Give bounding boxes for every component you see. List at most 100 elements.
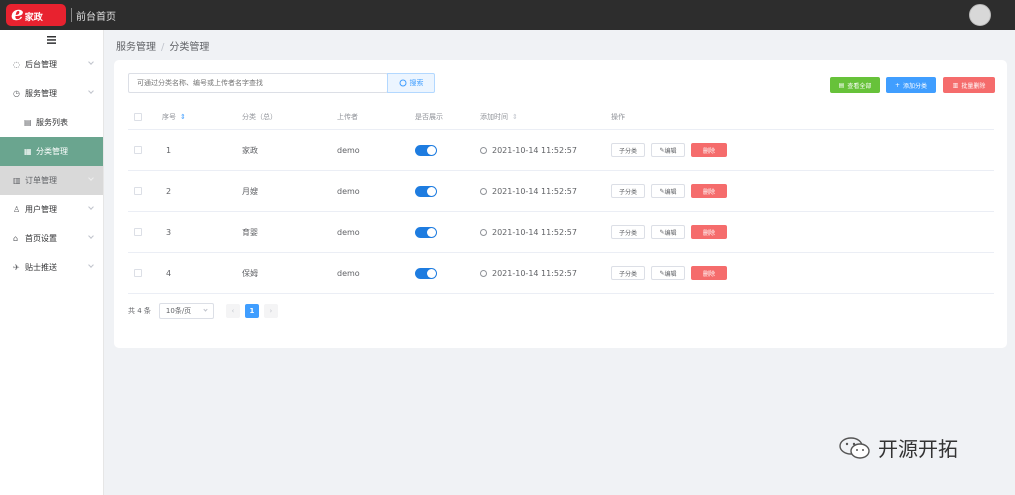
home-icon: ◌ [13,60,20,69]
row-id: 3 [166,227,172,237]
clock-icon [480,146,487,154]
watermark-text: 开源开拓 [878,437,958,461]
child-category-button[interactable]: 子分类 [611,184,645,198]
header-name: 分类（总） [242,112,277,121]
sidebar-item-label: 首页设置 [25,234,57,243]
sidebar-item-homepage[interactable]: ⌂ 首页设置 [0,224,103,253]
edit-button[interactable]: ✎ 编辑 [651,266,685,280]
clock-icon [480,187,487,195]
header-uploader: 上传者 [337,112,358,121]
visible-toggle[interactable] [415,267,437,279]
pagination: 共 4 条 10条/页 ‹ 1 › [128,303,278,319]
sidebar-item-label: 服务列表 [36,118,68,127]
logo-letter: e [11,1,24,25]
edit-label: 编辑 [664,270,677,278]
row-checkbox[interactable] [134,269,142,277]
edit-button[interactable]: ✎ 编辑 [651,225,685,239]
topbar-divider [71,8,72,22]
visible-toggle[interactable] [415,144,437,156]
header-id[interactable]: 序号 [162,112,176,122]
list-icon: ▤ [838,81,845,89]
header-time[interactable]: 添加时间 [480,112,508,122]
grid-icon: ▦ [24,147,32,156]
child-category-button[interactable]: 子分类 [611,225,645,239]
page-number-current[interactable]: 1 [244,304,259,318]
search-icon [399,79,406,87]
row-checkbox[interactable] [134,228,142,236]
sidebar-item-orders[interactable]: ▥ 订单管理 [0,166,103,195]
chevron-down-icon [88,233,94,239]
page-size-select[interactable]: 10条/页 [158,303,214,319]
add-category-button[interactable]: + 添加分类 [886,77,936,93]
sidebar-item-service-list[interactable]: ▤ 服务列表 [0,108,103,137]
sidebar-item-label: 后台管理 [25,60,57,69]
visible-toggle[interactable] [415,226,437,238]
chevron-down-icon [88,59,94,65]
main-card: 搜索 ▤查看全部 +添加分类 ▥批量删除 序号 ⇕ 分类（总） 上传者 是否展示 … [114,60,1007,348]
row-uploader: demo [337,268,360,278]
pagination-total: 共 4 条 [128,307,151,315]
row-uploader: demo [337,145,360,155]
edit-button[interactable]: ✎ 编辑 [651,184,685,198]
row-id: 2 [166,186,172,196]
sort-icon[interactable]: ⇕ [180,113,186,121]
chevron-down-icon [88,175,94,181]
row-name: 月嫂 [242,186,258,196]
sidebar-item-tips[interactable]: ✈ 贴士推送 [0,253,103,282]
breadcrumb-parent[interactable]: 服务管理 [116,42,156,53]
view-all-button[interactable]: ▤ 查看全部 [830,77,880,93]
delete-button[interactable]: 删除 [691,266,727,280]
delete-button[interactable]: 删除 [691,184,727,198]
row-time: 2021-10-14 11:52:57 [492,145,577,155]
batch-delete-button[interactable]: ▥ 批量删除 [943,77,995,93]
document-icon: ▤ [24,118,32,127]
hamburger-icon [47,36,56,44]
trash-icon: ▥ [952,81,959,89]
child-category-button[interactable]: 子分类 [611,266,645,280]
watermark: 开源开拓 [838,433,958,462]
visible-toggle[interactable] [415,185,437,197]
delete-button[interactable]: 删除 [691,225,727,239]
search-input[interactable] [128,73,388,93]
sort-icon[interactable]: ⇕ [512,113,518,121]
edit-button[interactable]: ✎ 编辑 [651,143,685,157]
sidebar-item-label: 贴士推送 [25,263,57,272]
chevron-down-icon [88,88,94,94]
search-button[interactable]: 搜索 [387,73,435,93]
table-row: 3 育婴 demo 2021-10-14 11:52:57 子分类 ✎ 编辑 删除 [128,212,994,253]
sidebar-item-service[interactable]: ◷ 服务管理 [0,79,103,108]
sidebar-item-label: 订单管理 [25,176,57,185]
select-all-checkbox[interactable] [134,112,142,121]
row-time: 2021-10-14 11:52:57 [492,186,577,196]
row-uploader: demo [337,227,360,237]
view-all-label: 查看全部 [847,82,872,90]
avatar[interactable] [969,4,991,26]
add-category-label: 添加分类 [903,82,928,90]
plus-icon: + [894,81,900,89]
row-checkbox[interactable] [134,187,142,195]
edit-label: 编辑 [664,188,677,196]
sidebar-item-category[interactable]: ▦ 分类管理 [0,137,103,166]
row-checkbox[interactable] [134,146,142,154]
clock-icon [480,228,487,236]
table-header: 序号 ⇕ 分类（总） 上传者 是否展示 添加时间 ⇕ 操作 [128,104,994,130]
menu-toggle-button[interactable] [0,30,103,50]
prev-page-button[interactable]: ‹ [225,304,240,318]
row-name: 家政 [242,145,258,155]
row-name: 保姆 [242,268,258,278]
top-bar: e 家政 前台首页 [0,0,1015,30]
clock-icon [480,269,487,277]
sidebar-item-label: 分类管理 [36,147,68,156]
breadcrumb-current: 分类管理 [169,42,210,53]
sidebar-item-admin[interactable]: ◌ 后台管理 [0,50,103,79]
wechat-icon [839,436,870,459]
breadcrumb-separator: / [161,42,165,53]
frontend-home-link[interactable]: 前台首页 [76,8,116,23]
table-row: 2 月嫂 demo 2021-10-14 11:52:57 子分类 ✎ 编辑 删除 [128,171,994,212]
next-page-button[interactable]: › [263,304,278,318]
delete-button[interactable]: 删除 [691,143,727,157]
logo[interactable]: e 家政 [6,1,66,26]
child-category-button[interactable]: 子分类 [611,143,645,157]
row-id: 4 [166,268,172,278]
sidebar-item-users[interactable]: ♙ 用户管理 [0,195,103,224]
